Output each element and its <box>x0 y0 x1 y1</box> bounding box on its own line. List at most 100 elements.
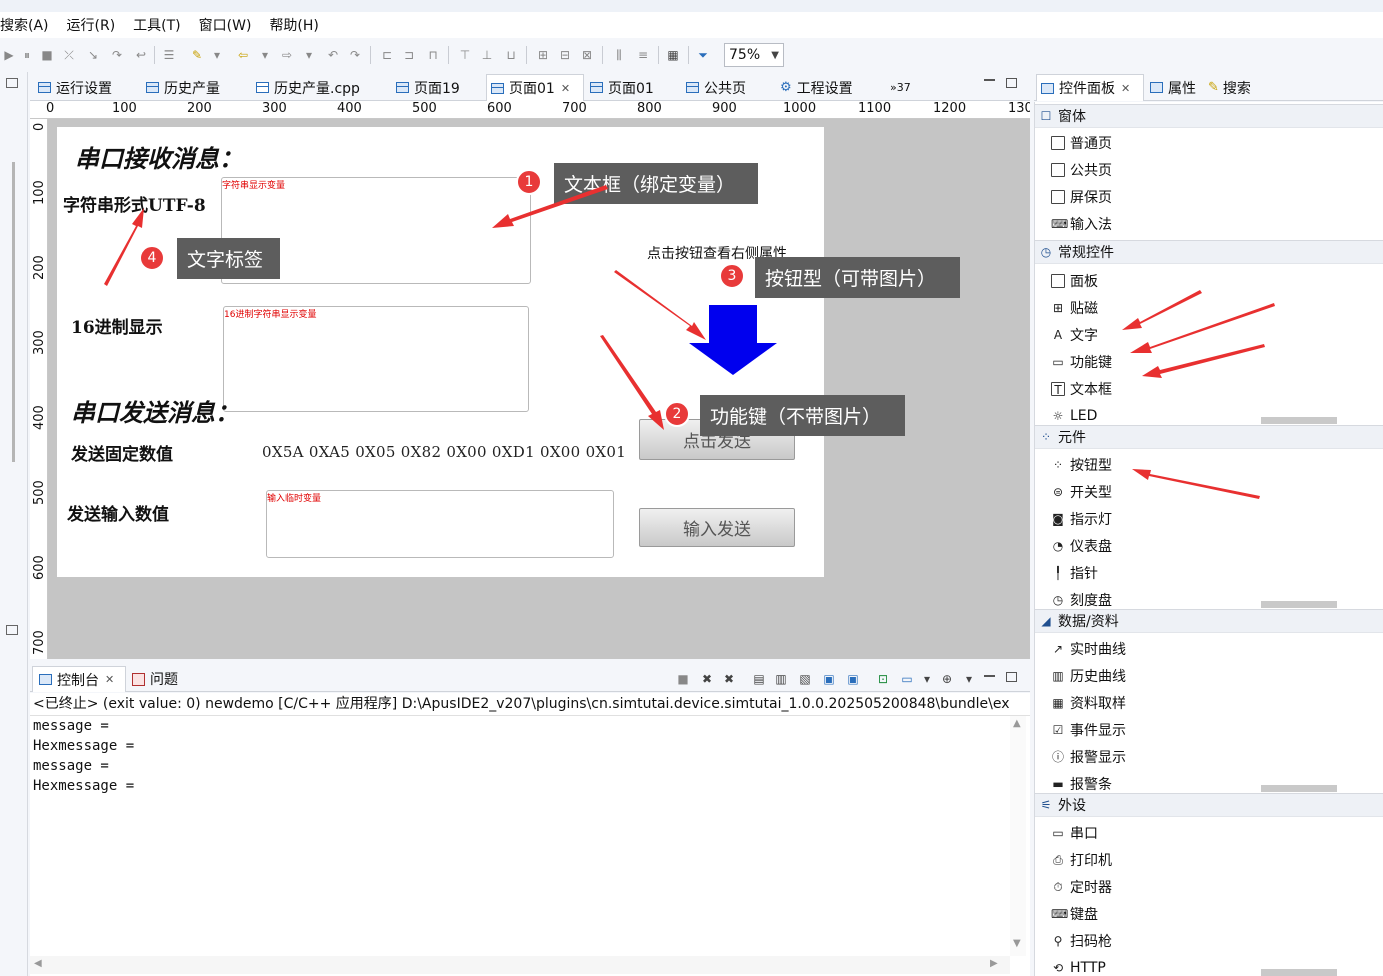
tab-properties[interactable]: 属性 <box>1148 74 1196 101</box>
tab-console[interactable]: 控制台 ✕ <box>32 666 126 692</box>
palette-item-panel[interactable]: 面板 <box>1051 270 1098 292</box>
remove-launch-icon[interactable]: ✖ <box>700 672 714 686</box>
pause-icon[interactable]: ⏸ <box>20 48 34 62</box>
group-peripherals[interactable]: ⚟ 外设 <box>1035 793 1383 817</box>
step-over-icon[interactable]: ↷ <box>110 48 124 62</box>
palette-item-serial-port[interactable]: ▭ 串口 <box>1051 822 1098 844</box>
scroll-up-icon[interactable]: ▲ <box>1013 718 1021 729</box>
chevron-down-icon[interactable]: ▾ <box>962 672 976 686</box>
palette-item-history-curve[interactable]: ▥ 历史曲线 <box>1051 665 1126 687</box>
scroll-left-icon[interactable]: ◀ <box>34 958 42 969</box>
distribute-h-icon[interactable]: ⫼ <box>612 48 626 62</box>
menu-help[interactable]: 帮助(H) <box>260 15 327 35</box>
scroll-lock-icon[interactable]: ▥ <box>774 672 788 686</box>
menu-search[interactable]: 搜索(A) <box>0 15 58 35</box>
palette-item-scanner[interactable]: ⚲ 扫码枪 <box>1051 930 1112 952</box>
tab-page01-active[interactable]: 页面01 ✕ <box>486 74 584 101</box>
palette-item-data-sampling[interactable]: ▦ 资料取样 <box>1051 692 1126 714</box>
close-icon[interactable]: ✕ <box>105 673 114 686</box>
console-output[interactable]: message = Hexmessage = message = Hexmess… <box>30 715 1030 976</box>
textbox-hex-display[interactable]: 16进制字符串显示变量 <box>223 306 529 412</box>
align-left-icon[interactable]: ⊏ <box>380 48 394 62</box>
scroll-down-icon[interactable]: ▼ <box>1013 938 1021 949</box>
menu-tools[interactable]: 工具(T) <box>124 15 189 35</box>
heading-receive[interactable]: 串口接收消息： <box>75 139 243 174</box>
palette-item-function-key[interactable]: ▭ 功能键 <box>1051 351 1112 373</box>
same-width-icon[interactable]: ⊞ <box>536 48 550 62</box>
run-icon[interactable]: ▶ <box>2 48 16 62</box>
palette-item-textbox[interactable]: T 文本框 <box>1051 378 1112 400</box>
label-fixed-value[interactable]: 发送固定数值 <box>71 440 173 465</box>
console-vertical-scrollbar[interactable]: ▲ ▼ <box>1010 716 1026 956</box>
step-into-icon[interactable]: ↘ <box>86 48 100 62</box>
align-top-icon[interactable]: ⊤ <box>458 48 472 62</box>
tab-history-output[interactable]: 历史产量 <box>142 74 220 101</box>
group-scroll-handle[interactable] <box>1261 969 1337 976</box>
zoom-select[interactable]: 75% ▼ <box>724 43 784 67</box>
close-icon[interactable]: ✕ <box>561 82 570 95</box>
palette-item-tile[interactable]: ⊞ 贴磁 <box>1051 297 1098 319</box>
palette-item-button-type[interactable]: ⁘ 按钮型 <box>1051 454 1112 476</box>
palette-item-indicator[interactable]: ◙ 指示灯 <box>1051 508 1112 530</box>
palette-item-gauge[interactable]: ◔ 仪表盘 <box>1051 535 1112 557</box>
chevron-down-icon[interactable]: ▾ <box>920 672 934 686</box>
tab-common-page[interactable]: 公共页 <box>682 74 746 101</box>
wand-icon[interactable]: ✎ <box>190 48 204 62</box>
palette-item-pointer[interactable]: ╿ 指针 <box>1051 562 1098 584</box>
menu-window[interactable]: 窗口(W) <box>190 15 261 35</box>
palette-item-keyboard[interactable]: ⌨ 键盘 <box>1051 903 1098 925</box>
tab-history-output-cpp[interactable]: 历史产量.cpp <box>252 74 360 101</box>
maximize-icon[interactable] <box>1006 672 1017 682</box>
show-on-error-icon[interactable]: ▣ <box>846 672 860 686</box>
terminate-icon[interactable]: ■ <box>676 672 690 686</box>
open-console-icon[interactable]: ⊕ <box>940 672 954 686</box>
group-scroll-handle[interactable] <box>1261 785 1337 792</box>
palette-item-realtime-curve[interactable]: ↗ 实时曲线 <box>1051 638 1126 660</box>
remove-all-icon[interactable]: ✖ <box>722 672 736 686</box>
pin-console-icon[interactable]: ⊡ <box>876 672 890 686</box>
tab-search[interactable]: ✎ 搜索 <box>1206 74 1251 101</box>
maximize-icon[interactable] <box>1006 78 1017 88</box>
label-utf8[interactable]: 字符串形式UTF-8 <box>63 191 206 216</box>
tab-page19[interactable]: 页面19 <box>392 74 460 101</box>
palette-item-alarm-bar[interactable]: ▬ 报警条 <box>1051 773 1112 795</box>
palette-item-led[interactable]: ☼ LED <box>1051 405 1098 427</box>
palette-item-normal-page[interactable]: 普通页 <box>1051 132 1112 154</box>
palette-item-printer[interactable]: ⎙ 打印机 <box>1051 849 1112 871</box>
palette-item-event-display[interactable]: ☑ 事件显示 <box>1051 719 1126 741</box>
label-input-value[interactable]: 发送输入数值 <box>67 500 169 525</box>
back-icon[interactable]: ⇦ <box>236 48 250 62</box>
group-data[interactable]: ◢ 数据/资料 <box>1035 609 1383 633</box>
step-return-icon[interactable]: ↩ <box>134 48 148 62</box>
close-icon[interactable]: ✕ <box>1121 82 1130 95</box>
palette-item-common-page[interactable]: 公共页 <box>1051 159 1112 181</box>
group-regular-controls[interactable]: ◷ 常规控件 <box>1035 240 1383 264</box>
group-scroll-handle[interactable] <box>1261 417 1337 424</box>
forward-icon[interactable]: ⇨ <box>280 48 294 62</box>
forward-dropdown-icon[interactable]: ▾ <box>302 48 316 62</box>
same-size-icon[interactable]: ⊠ <box>580 48 594 62</box>
group-scroll-handle[interactable] <box>1261 601 1337 608</box>
align-right-icon[interactable]: ⊓ <box>426 48 440 62</box>
palette-item-screensaver-page[interactable]: 屏保页 <box>1051 186 1112 208</box>
menu-run[interactable]: 运行(R) <box>58 15 125 35</box>
arrow-down-image-button[interactable] <box>685 305 781 377</box>
distribute-v-icon[interactable]: ≡ <box>636 48 650 62</box>
group-window[interactable]: ☐ 窗体 <box>1035 104 1383 128</box>
same-height-icon[interactable]: ⊟ <box>558 48 572 62</box>
filter-icon[interactable]: ⏷ <box>696 48 710 62</box>
palette-item-alarm-display[interactable]: ⓘ 报警显示 <box>1051 746 1126 768</box>
hex-values-text[interactable]: 0X5A 0XA5 0X05 0X82 0X00 0XD1 0X00 0X01 <box>262 443 626 461</box>
tab-project-settings[interactable]: ⚙ 工程设置 <box>776 74 853 101</box>
show-on-output-icon[interactable]: ▣ <box>822 672 836 686</box>
align-middle-icon[interactable]: ⊥ <box>480 48 494 62</box>
dropdown-icon[interactable]: ▾ <box>210 48 224 62</box>
palette-item-text[interactable]: A 文字 <box>1051 324 1098 346</box>
list-icon[interactable]: ☰ <box>162 48 176 62</box>
minimize-icon[interactable] <box>984 79 995 81</box>
restore-icon[interactable] <box>6 78 18 88</box>
clear-console-icon[interactable]: ▤ <box>752 672 766 686</box>
minimize-icon[interactable] <box>984 675 995 677</box>
console-horizontal-scrollbar[interactable]: ◀ ▶ <box>30 956 1010 974</box>
tab-control-panel[interactable]: 控件面板 ✕ <box>1036 74 1144 101</box>
